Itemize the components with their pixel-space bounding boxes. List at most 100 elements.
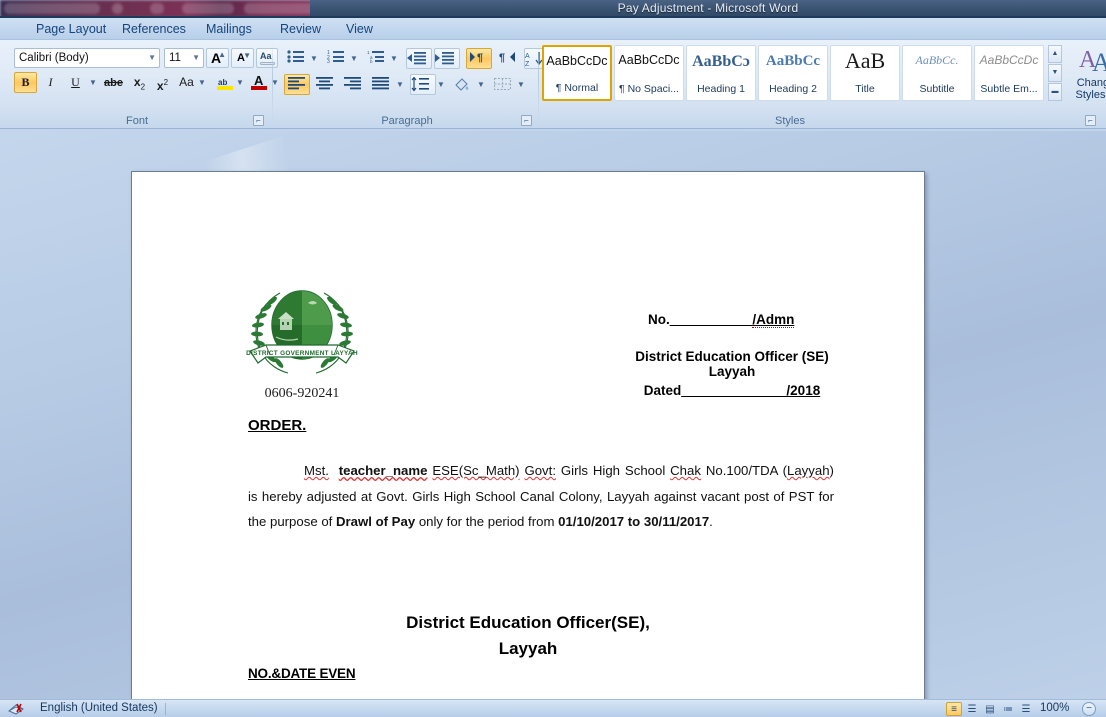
- view-full-screen-reading-button[interactable]: ☰: [964, 702, 980, 716]
- shading-button[interactable]: [450, 74, 476, 95]
- chevron-down-icon[interactable]: ▼: [477, 80, 485, 89]
- change-case-small-button[interactable]: Aa: [174, 72, 199, 93]
- style-no-spacing[interactable]: AaBbCcDc ¶ No Spaci...: [614, 45, 684, 101]
- view-web-layout-button[interactable]: ▤: [982, 702, 998, 716]
- ribbon-group-paragraph: ▼ 1 2 3 ▼ 1 a b ▼ ¶ ¶ A Z ▼ ▼ ▼ ▼ Paragr…: [278, 40, 578, 129]
- style-subtitle[interactable]: AaBbCc. Subtitle: [902, 45, 972, 101]
- style-name: Subtle Em...: [980, 83, 1038, 95]
- style-subtle-emphasis[interactable]: AaBbCcDc Subtle Em...: [974, 45, 1044, 101]
- tab-review[interactable]: Review: [271, 20, 330, 39]
- tab-page-layout[interactable]: Page Layout: [27, 20, 115, 39]
- strikethrough-button[interactable]: abe: [101, 72, 126, 93]
- view-draft-button[interactable]: ☰: [1018, 702, 1034, 716]
- chevron-down-icon[interactable]: ▼: [350, 54, 358, 63]
- font-size-combo[interactable]: 11 ▼: [164, 48, 204, 68]
- change-case-button[interactable]: Aa: [256, 48, 278, 68]
- change-case-small-label: Aa: [179, 75, 194, 89]
- italic-button[interactable]: I: [39, 72, 62, 93]
- change-styles-label-line2: Styles ▼: [1075, 89, 1106, 101]
- style-name: Heading 1: [697, 83, 745, 95]
- bullets-button[interactable]: [284, 48, 308, 69]
- view-print-layout-button[interactable]: ≡: [946, 702, 962, 716]
- decrease-indent-button[interactable]: [406, 48, 432, 69]
- chevron-down-icon[interactable]: ▼: [396, 80, 404, 89]
- align-center-button[interactable]: [312, 74, 338, 95]
- order-body-paragraph[interactable]: Mst. teacher_name ESE(Sc_Math) Govt: Gir…: [248, 458, 834, 535]
- font-dialog-launcher[interactable]: ⌐: [253, 115, 264, 126]
- chevron-down-icon[interactable]: ▼: [390, 54, 398, 63]
- style-sample: AaBbCc: [765, 53, 821, 69]
- chevron-down-icon[interactable]: ▼: [198, 78, 206, 87]
- tab-references[interactable]: References: [113, 20, 195, 39]
- styles-scroll-down-button[interactable]: ▼: [1048, 64, 1062, 82]
- increase-indent-button[interactable]: [434, 48, 460, 69]
- view-outline-button[interactable]: ≔: [1000, 702, 1016, 716]
- left-to-right-text-button[interactable]: ¶: [466, 48, 492, 69]
- ribbon-tab-row: Page Layout References Mailings Review V…: [0, 18, 1106, 40]
- group-separator: [272, 44, 273, 122]
- shrink-font-button[interactable]: A ▼: [231, 48, 254, 68]
- align-left-button[interactable]: [284, 74, 310, 95]
- right-to-left-text-button[interactable]: ¶: [494, 48, 520, 69]
- svg-text:b: b: [370, 59, 373, 63]
- tab-view[interactable]: View: [337, 20, 382, 39]
- font-color-button[interactable]: A: [248, 72, 270, 93]
- style-name: Heading 2: [769, 83, 817, 95]
- group-separator: [538, 44, 539, 122]
- line-spacing-button[interactable]: [410, 74, 436, 95]
- style-name: Title: [855, 83, 875, 95]
- svg-text:Z: Z: [525, 61, 530, 67]
- body-period: 01/10/2017 to 30/11/2017: [558, 514, 710, 529]
- zoom-level-label[interactable]: 100%: [1040, 702, 1069, 714]
- style-heading-2[interactable]: AaBbCc Heading 2: [758, 45, 828, 101]
- body-city: Layyah: [787, 463, 830, 478]
- spelling-check-icon-glyph: [8, 703, 24, 715]
- style-normal[interactable]: AaBbCcDc ¶ Normal: [542, 45, 612, 101]
- svg-text:3: 3: [327, 59, 330, 63]
- order-number-blank[interactable]: ___________: [670, 312, 753, 327]
- chevron-down-icon[interactable]: ▼: [310, 54, 318, 63]
- spelling-check-icon[interactable]: [8, 702, 26, 717]
- body-school: Girls High School: [560, 463, 666, 478]
- style-title[interactable]: AаB Title: [830, 45, 900, 101]
- subscript-button[interactable]: x2: [128, 72, 151, 93]
- chevron-down-icon[interactable]: ▼: [89, 78, 97, 87]
- chevron-down-icon[interactable]: ▼: [236, 78, 244, 87]
- order-dated-blank[interactable]: ______________: [681, 383, 786, 398]
- svg-text:A: A: [1092, 48, 1106, 73]
- ribbon-group-styles: AaBbCcDc ¶ Normal AaBbCcDc ¶ No Spaci...…: [540, 40, 1106, 129]
- order-number-suffix: /Admn: [752, 312, 795, 328]
- svg-text:¶: ¶: [477, 52, 483, 64]
- language-status[interactable]: English (United States): [40, 702, 158, 714]
- styles-more-button[interactable]: ▬: [1048, 83, 1062, 101]
- justify-button[interactable]: [368, 74, 394, 95]
- underline-button[interactable]: U: [64, 72, 87, 93]
- rtl-icon: ¶: [499, 52, 515, 64]
- bold-button[interactable]: B: [14, 72, 37, 93]
- align-left-icon: [288, 77, 305, 90]
- document-canvas[interactable]: DISTRICT GOVERNMENT LAYYAH 0606-920241 N…: [0, 131, 1106, 699]
- align-right-button[interactable]: [340, 74, 366, 95]
- styles-scroll-up-button[interactable]: ▲: [1048, 45, 1062, 63]
- paragraph-dialog-launcher[interactable]: ⌐: [521, 115, 532, 126]
- multilevel-list-icon: 1 a b: [367, 50, 384, 64]
- numbering-button[interactable]: 1 2 3: [324, 48, 348, 69]
- zoom-out-button[interactable]: −: [1082, 702, 1096, 716]
- document-page[interactable]: DISTRICT GOVERNMENT LAYYAH 0606-920241 N…: [131, 171, 925, 699]
- style-heading-1[interactable]: AaBbCɔ Heading 1: [686, 45, 756, 101]
- change-styles-button[interactable]: A A Change Styles ▼: [1068, 45, 1106, 102]
- chevron-down-icon[interactable]: ▼: [437, 80, 445, 89]
- align-center-icon: [316, 77, 333, 90]
- font-color-swatch: [251, 86, 267, 90]
- text-highlight-color-button[interactable]: ab: [214, 72, 236, 93]
- grow-font-button[interactable]: A ▲: [206, 48, 229, 68]
- order-dated-suffix: /2018: [786, 383, 821, 398]
- tab-mailings[interactable]: Mailings: [197, 20, 261, 39]
- change-styles-icon: A A: [1079, 47, 1106, 77]
- multilevel-list-button[interactable]: 1 a b: [364, 48, 388, 69]
- font-name-combo[interactable]: Calibri (Body) ▼: [14, 48, 160, 68]
- styles-dialog-launcher[interactable]: ⌐: [1085, 115, 1096, 126]
- superscript-button[interactable]: x2: [151, 72, 174, 93]
- chevron-down-icon[interactable]: ▼: [517, 80, 525, 89]
- borders-button[interactable]: [490, 74, 516, 95]
